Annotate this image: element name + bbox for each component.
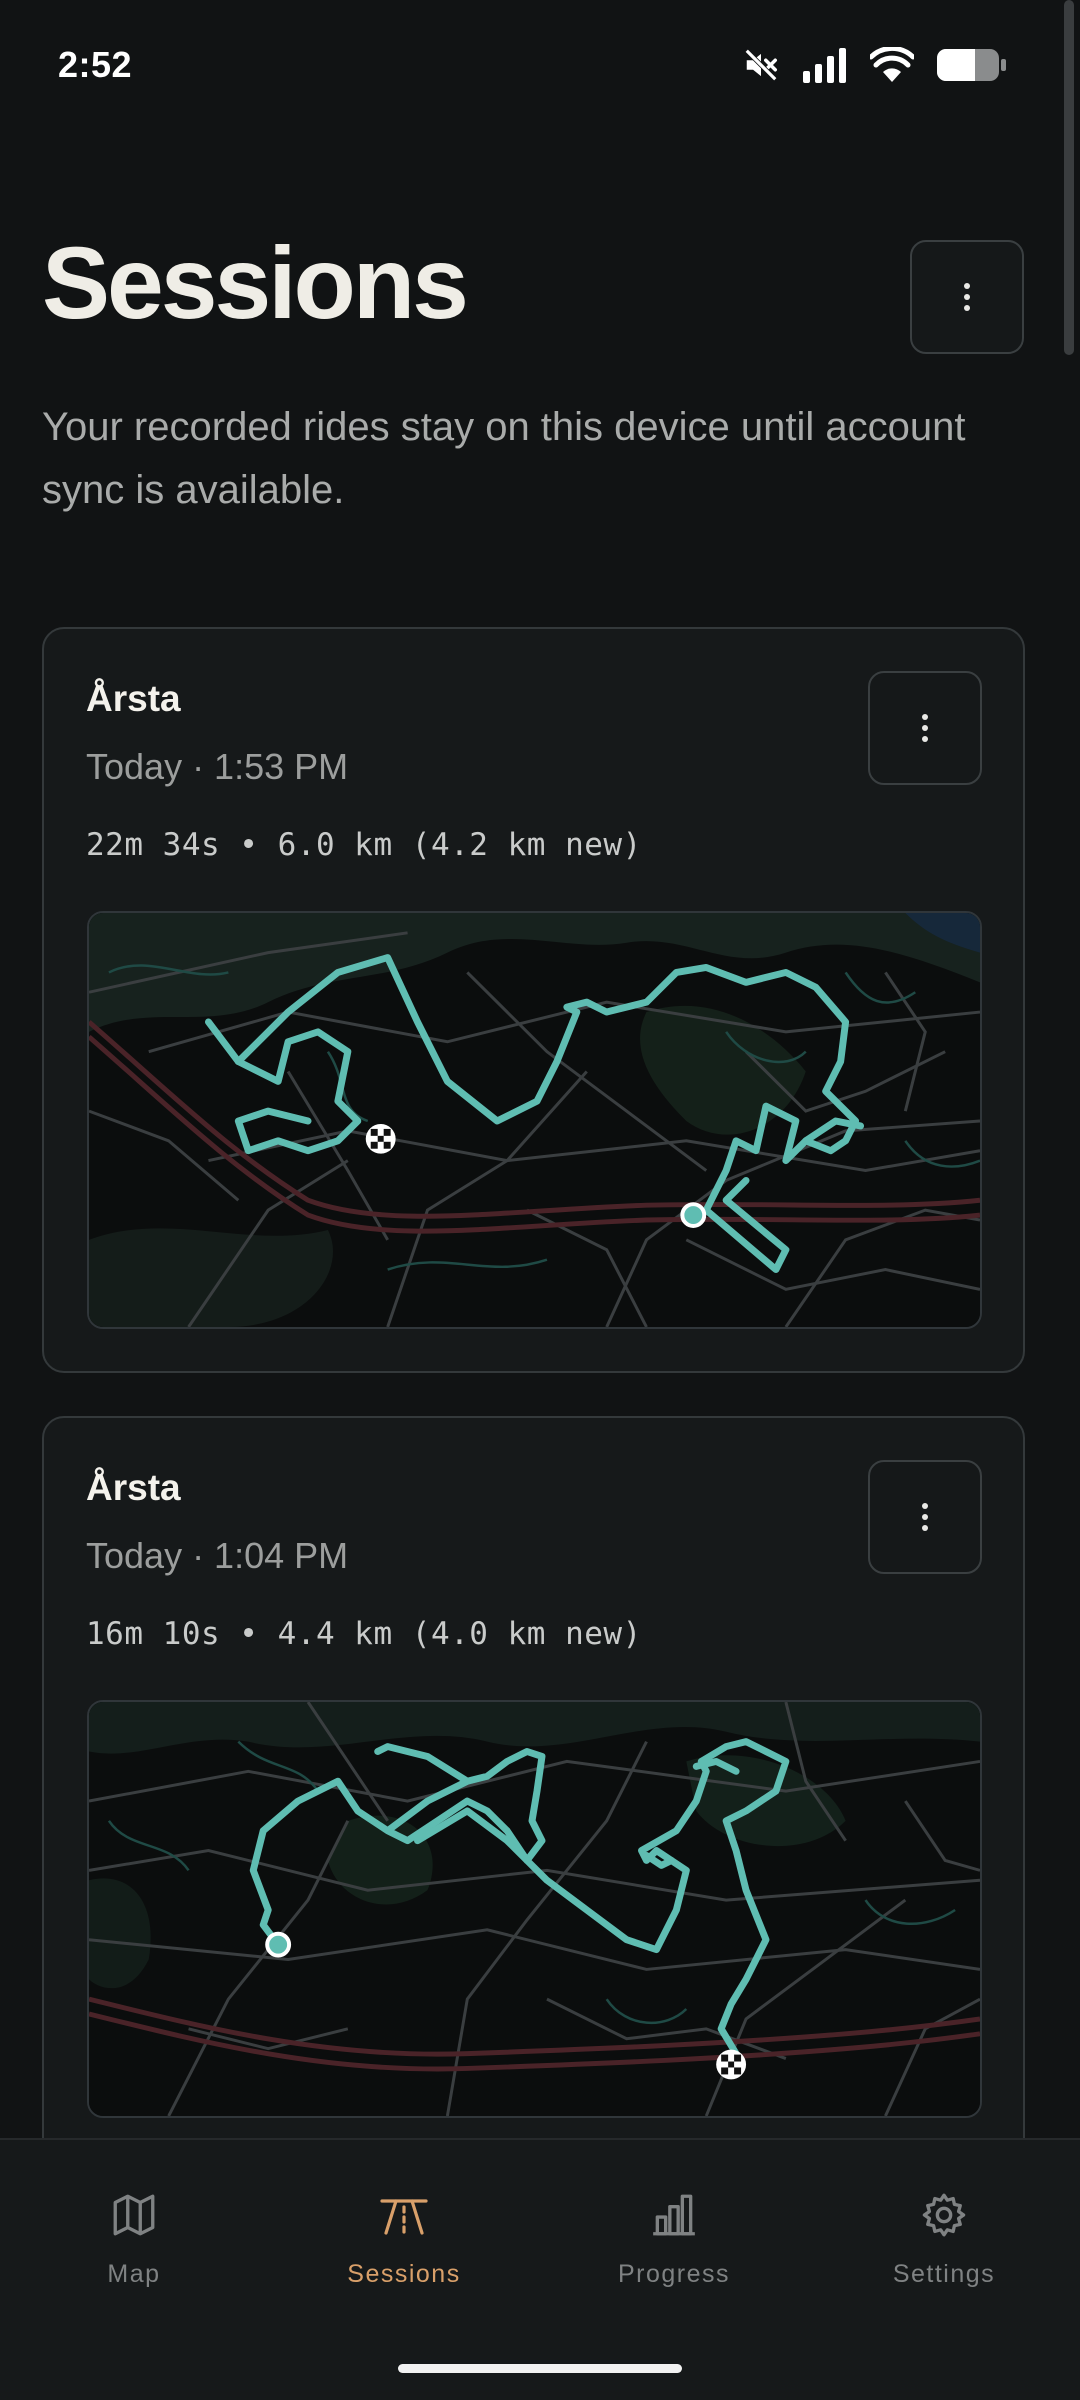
wifi-icon [870, 47, 914, 82]
header-more-button[interactable] [910, 240, 1024, 354]
finish-flag-marker [716, 2049, 747, 2080]
session-stats: 22m 34s • 6.0 km (4.2 km new) [86, 827, 642, 863]
nav-label: Sessions [347, 2260, 461, 2288]
session-card[interactable]: Årsta Today · 1:04 PM 16m 10s • 4.4 km (… [42, 1416, 1025, 2162]
nav-label: Progress [617, 2260, 731, 2288]
map-icon [113, 2194, 155, 2236]
session-title: Årsta [86, 1467, 181, 1508]
sessions-screen: 2:52 Sessions Your recorded rides stay o… [0, 0, 1080, 2400]
nav-item-settings[interactable]: Settings [834, 2190, 1054, 2289]
page-subtitle: Your recorded rides stay on this device … [42, 405, 966, 512]
more-vertical-icon [922, 1503, 928, 1531]
nav-label: Map [107, 2260, 161, 2288]
nav-item-progress[interactable]: Progress [564, 2190, 784, 2289]
more-vertical-icon [964, 283, 970, 311]
battery-icon [937, 49, 1006, 81]
route-map-canvas [89, 913, 980, 1327]
route-map[interactable] [87, 1700, 982, 2118]
gear-icon [922, 2193, 966, 2237]
route-map[interactable] [87, 911, 982, 1329]
session-more-button[interactable] [868, 671, 982, 785]
session-time: Today · 1:04 PM [86, 1535, 349, 1576]
session-more-button[interactable] [868, 1460, 982, 1574]
session-stats: 16m 10s • 4.4 km (4.0 km new) [86, 1616, 642, 1652]
nav-label: Settings [892, 2260, 996, 2288]
nav-item-sessions[interactable]: Sessions [294, 2190, 514, 2289]
session-card[interactable]: Årsta Today · 1:53 PM 22m 34s • 6.0 km (… [42, 627, 1025, 1373]
more-vertical-icon [922, 714, 928, 742]
page-title: Sessions [42, 226, 469, 340]
session-title: Årsta [86, 678, 181, 719]
finish-flag-marker [365, 1123, 396, 1154]
status-bar: 2:52 [0, 0, 1080, 130]
route-map-canvas [89, 1702, 980, 2116]
nav-item-map[interactable]: Map [24, 2190, 244, 2289]
signal-icon [803, 48, 846, 83]
bottom-nav: Map Sessions Progress Settings [0, 2138, 1080, 2400]
session-time: Today · 1:53 PM [86, 746, 349, 787]
status-time: 2:52 [58, 44, 133, 85]
status-icons [742, 46, 1008, 84]
scrollbar[interactable] [1064, 0, 1074, 355]
home-indicator[interactable] [398, 2364, 682, 2373]
mute-icon [743, 47, 779, 83]
bar-chart-icon [653, 2194, 695, 2236]
road-icon [380, 2199, 428, 2235]
